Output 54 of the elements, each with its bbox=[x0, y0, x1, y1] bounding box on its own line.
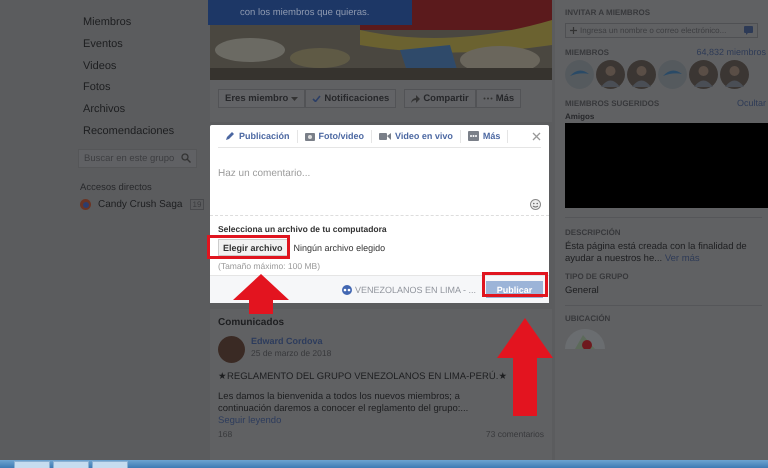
file-status: Ningún archivo elegido bbox=[294, 242, 386, 252]
group-action-button[interactable]: Eres miembro bbox=[218, 89, 306, 108]
composer-tab[interactable]: Foto/video bbox=[298, 130, 372, 142]
choose-file-button[interactable]: Elegir archivo bbox=[218, 239, 288, 256]
map-thumbnail[interactable] bbox=[565, 327, 605, 349]
sidebar-item[interactable]: Fotos bbox=[78, 77, 197, 100]
caret-icon bbox=[291, 96, 298, 100]
emoji-icon[interactable] bbox=[530, 199, 541, 210]
share-icon bbox=[411, 94, 420, 102]
card-title: Comunicados bbox=[218, 317, 286, 328]
check-icon bbox=[312, 95, 322, 102]
group-action-button[interactable]: Compartir bbox=[404, 89, 476, 108]
group-type-value: General bbox=[565, 285, 600, 296]
member-avatar[interactable] bbox=[720, 60, 749, 89]
sidebar-item[interactable]: Recomendaciones bbox=[78, 120, 197, 143]
note-icon bbox=[744, 26, 753, 35]
taskbar-button[interactable] bbox=[92, 461, 128, 468]
member-avatar[interactable] bbox=[596, 60, 625, 89]
member-avatar[interactable] bbox=[689, 60, 718, 89]
taskbar-button[interactable] bbox=[53, 461, 89, 468]
more-icon bbox=[468, 131, 479, 141]
taskbar-button[interactable] bbox=[14, 461, 50, 468]
audience-selector[interactable]: VENEZOLANOS EN LIMA - ... bbox=[354, 284, 476, 294]
shortcut-link[interactable]: Candy Crush Saga bbox=[98, 198, 182, 210]
composer-tab[interactable]: Publicación bbox=[218, 130, 298, 142]
subsection-title: Amigos bbox=[565, 112, 596, 121]
video-camera-icon bbox=[379, 132, 392, 140]
author-avatar[interactable] bbox=[218, 336, 245, 363]
file-section-title: Selecciona un archivo de tu computadora bbox=[218, 224, 388, 234]
composer-tab[interactable]: Más bbox=[460, 130, 508, 142]
file-size-hint: (Tamaño máximo: 100 MB) bbox=[218, 261, 322, 271]
group-action-button[interactable]: Más bbox=[476, 89, 522, 108]
group-action-button[interactable]: Notificaciones bbox=[305, 89, 396, 108]
plus-icon bbox=[570, 27, 577, 34]
search-icon bbox=[181, 153, 191, 164]
comment-field[interactable]: Haz un comentario... bbox=[218, 168, 310, 179]
group-logo-avatar[interactable] bbox=[658, 60, 687, 89]
up-arrow bbox=[233, 274, 289, 314]
camera-icon bbox=[304, 132, 315, 140]
more-icon bbox=[482, 97, 493, 100]
sidebar-item[interactable]: Videos bbox=[78, 56, 197, 78]
sidebar-item[interactable]: Archivos bbox=[78, 99, 197, 121]
highlight-frame bbox=[482, 272, 548, 297]
group-icon bbox=[342, 284, 352, 294]
game-icon bbox=[80, 198, 91, 210]
group-logo-avatar[interactable] bbox=[565, 60, 594, 89]
post-text: Les damos la bienvenida a todos los nuevos miembros; a continuación daremos a conocer el reglamento del grupo:... bbox=[218, 391, 470, 415]
tooltip: con los miembros que quieras. bbox=[208, 0, 412, 25]
sidebar-item[interactable]: Miembros bbox=[78, 12, 197, 34]
pencil-icon bbox=[225, 131, 235, 141]
sidebar-item[interactable]: Eventos bbox=[78, 34, 197, 56]
composer-tab[interactable]: Video en vivo bbox=[372, 130, 461, 142]
post-headline: ★REGLAMENTO DEL GRUPO VENEZOLANOS EN LIMA-PERÚ.★ bbox=[218, 371, 508, 383]
member-avatar[interactable] bbox=[627, 60, 656, 89]
